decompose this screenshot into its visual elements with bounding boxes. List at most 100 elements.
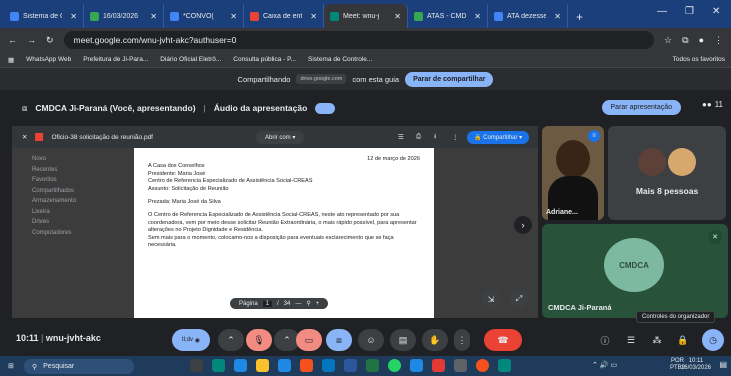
app-icon[interactable] bbox=[454, 359, 467, 372]
tab-close-icon[interactable]: ✕ bbox=[394, 12, 401, 21]
drive-side-item[interactable]: Lixeira bbox=[32, 207, 122, 218]
tab-label: Caixa de entrad bbox=[263, 12, 303, 20]
comment-icon[interactable]: ☰ bbox=[398, 133, 404, 141]
chrome-icon[interactable] bbox=[300, 359, 313, 372]
bookmark-whatsapp[interactable]: WhatsApp Web bbox=[26, 56, 71, 63]
tab-close-icon[interactable]: ✕ bbox=[474, 12, 481, 21]
tab-close-icon[interactable]: ✕ bbox=[554, 12, 561, 21]
audio-toggle[interactable] bbox=[315, 102, 336, 114]
task-view-icon[interactable] bbox=[190, 359, 203, 372]
drive-share-button[interactable]: 🔒 Compartilhar ▾ bbox=[467, 131, 530, 144]
fullscreen-icon[interactable]: ⤢ bbox=[510, 290, 528, 308]
profile-icon[interactable]: ● bbox=[699, 35, 704, 45]
menu-icon[interactable]: ⋮ bbox=[714, 35, 723, 46]
host-tile[interactable]: CMDCA ✕ CMDCA Ji-Paraná bbox=[542, 224, 728, 318]
close-icon[interactable]: ✕ bbox=[22, 133, 27, 141]
zoom-icon[interactable]: ⚲ bbox=[306, 300, 310, 307]
whatsapp-icon[interactable] bbox=[388, 359, 401, 372]
page-label: Página bbox=[239, 300, 258, 307]
explorer-icon[interactable] bbox=[256, 359, 269, 372]
participant-tile-adriane[interactable]: ≡ Adriane... bbox=[542, 126, 604, 220]
drive-side-item[interactable]: Compartilhados bbox=[32, 186, 122, 197]
chat-icon[interactable]: ☰ bbox=[618, 329, 644, 351]
url-field[interactable]: meet.google.com/wnu-jvht-akc?authuser=0 bbox=[63, 31, 655, 49]
tab-close-icon[interactable]: ✕ bbox=[150, 12, 157, 21]
browser-tab[interactable]: Caixa de entrad ✕ bbox=[244, 4, 324, 28]
browser-tab[interactable]: Meet: wnu-j ✕ bbox=[324, 4, 408, 28]
zoom-in-icon[interactable]: + bbox=[316, 301, 320, 307]
zoom-out-icon[interactable]: — bbox=[295, 301, 301, 307]
browser-tab[interactable]: 16/03/2026 ✕ bbox=[84, 4, 164, 28]
more-icon[interactable]: ⋮ bbox=[452, 133, 459, 141]
drive-side-item[interactable]: Computadores bbox=[32, 228, 122, 239]
tldv-badge[interactable]: tl;dv ◉ bbox=[172, 329, 210, 351]
page-input[interactable]: 1 bbox=[262, 300, 273, 307]
acrobat-icon[interactable] bbox=[432, 359, 445, 372]
tab-close-icon[interactable]: ✕ bbox=[310, 12, 317, 21]
new-tab-icon[interactable]: + bbox=[576, 10, 583, 24]
apps-icon[interactable]: ▦ bbox=[8, 56, 14, 64]
all-bookmarks[interactable]: Todos os favoritos bbox=[673, 56, 725, 63]
taskbar-search[interactable]: ⚲ Pesquisar bbox=[24, 359, 134, 374]
browser-tab[interactable]: ATA dezesseis d ✕ bbox=[488, 4, 568, 28]
bookmark-sistema[interactable]: Sistema de Controle... bbox=[308, 56, 372, 63]
outlook-icon[interactable] bbox=[322, 359, 335, 372]
word-app-icon[interactable] bbox=[344, 359, 357, 372]
present-button[interactable]: ⧈ bbox=[326, 329, 352, 351]
tab-close-icon[interactable]: ✕ bbox=[70, 12, 77, 21]
edge-icon[interactable] bbox=[212, 359, 225, 372]
stop-presenting-button[interactable]: Parar apresentação bbox=[601, 100, 681, 115]
taskbar-clock[interactable]: 10:11 16/03/2026 bbox=[681, 358, 711, 372]
excel-icon[interactable] bbox=[366, 359, 379, 372]
store-icon[interactable] bbox=[234, 359, 247, 372]
download-icon[interactable]: ⭳ bbox=[434, 132, 436, 143]
bookmark-star-icon[interactable]: ☆ bbox=[664, 35, 672, 46]
back-icon[interactable]: ← bbox=[8, 35, 17, 45]
participants-indicator[interactable]: ●● 11 bbox=[702, 100, 723, 109]
rotate-icon[interactable]: ⇲ bbox=[482, 290, 500, 308]
close-window-icon[interactable]: ✕ bbox=[712, 6, 720, 17]
browser-tab[interactable]: Sistema de Con ✕ bbox=[4, 4, 84, 28]
bookmark-prefeitura[interactable]: Prefeitura de Ji-Para... bbox=[83, 56, 148, 63]
tab-close-icon[interactable]: ✕ bbox=[230, 12, 237, 21]
minimize-icon[interactable]: — bbox=[657, 6, 667, 17]
browser-tab[interactable]: *CONVO(✕ bbox=[164, 4, 244, 28]
drive-side-item[interactable]: Novo bbox=[32, 154, 122, 165]
captions-button[interactable]: ▤ bbox=[390, 329, 416, 351]
app-icon[interactable] bbox=[498, 359, 511, 372]
next-page-icon[interactable]: › bbox=[514, 216, 532, 234]
app-icon[interactable] bbox=[410, 359, 423, 372]
drive-side-item[interactable]: Drives bbox=[32, 217, 122, 228]
more-options-button[interactable]: ⋮ bbox=[454, 329, 470, 351]
tray-icons[interactable]: ⌃ 🔊 ▭ bbox=[592, 361, 617, 369]
mic-options-icon[interactable]: ⌃ bbox=[218, 329, 244, 351]
raise-hand-button[interactable]: ✋ bbox=[422, 329, 448, 351]
activities-icon[interactable]: ⁂ bbox=[644, 329, 670, 351]
reload-icon[interactable]: ↻ bbox=[46, 35, 54, 46]
drive-side-item[interactable]: Recentes bbox=[32, 165, 122, 176]
maximize-icon[interactable]: ❐ bbox=[685, 6, 694, 17]
stop-sharing-button[interactable]: Parar de compartilhar bbox=[405, 71, 494, 87]
notification-icon[interactable]: ▤ bbox=[719, 360, 727, 369]
print-icon[interactable]: ⎙ bbox=[416, 133, 421, 141]
forward-icon[interactable]: → bbox=[27, 35, 36, 45]
camera-off-button[interactable]: ▭ bbox=[296, 329, 322, 351]
info-icon[interactable]: ⓘ bbox=[592, 329, 618, 351]
chrome-active-icon[interactable] bbox=[476, 359, 489, 372]
bookmark-consulta[interactable]: Consulta pública - P... bbox=[233, 56, 296, 63]
open-with-button[interactable]: Abrir com ▾ bbox=[256, 131, 305, 144]
drive-side-item[interactable]: Armazenamento bbox=[32, 196, 122, 207]
emoji-button[interactable]: ☺ bbox=[358, 329, 384, 351]
drive-side-item[interactable]: Favoritos bbox=[32, 175, 122, 186]
browser-tab[interactable]: ATAS - CMDCA ✕ bbox=[408, 4, 488, 28]
more-people-tile[interactable]: Mais 8 pessoas bbox=[608, 126, 726, 220]
bookmark-diario[interactable]: Diário Oficial Eletrô... bbox=[160, 56, 221, 63]
host-controls-icon[interactable]: 🔒 bbox=[670, 329, 696, 351]
windows-start-icon[interactable]: ⊞ bbox=[8, 362, 14, 370]
timer-icon[interactable]: ◷ bbox=[702, 329, 724, 351]
word-icon[interactable] bbox=[278, 359, 291, 372]
mic-off-button[interactable]: 🎙 bbox=[246, 329, 272, 351]
share-suffix: com esta guia bbox=[352, 74, 400, 84]
extensions-icon[interactable]: ⧉ bbox=[682, 35, 688, 46]
leave-call-button[interactable]: ☎ bbox=[484, 329, 522, 351]
